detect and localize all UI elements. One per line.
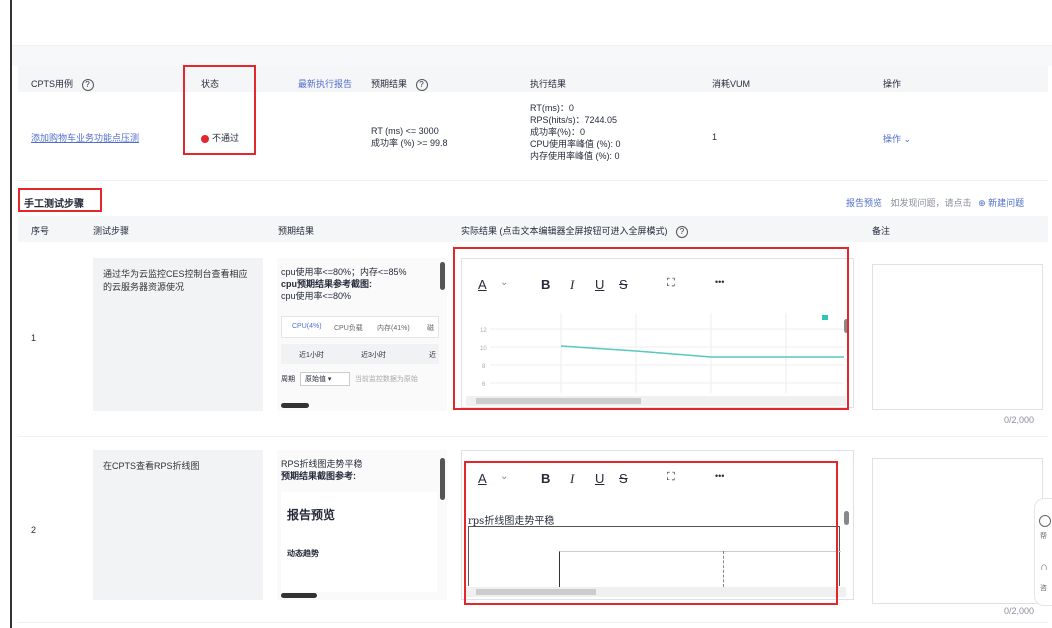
step-text: 通过华为云监控CES控制台查看相应的云服务器资源使况: [103, 269, 248, 292]
help-icon[interactable]: ?: [81, 78, 94, 91]
ops-dropdown[interactable]: 操作 ⌄: [883, 132, 911, 145]
char-counter: 0/2,000: [1004, 415, 1035, 425]
highlight-actual-2: [464, 461, 838, 605]
mini-tab: 内存(41%): [377, 325, 410, 332]
mini-range: 近1小时: [299, 352, 324, 359]
exec-result: RT(ms)：0 RPS(hits/s)：7244.05 成功率(%)：0 CP…: [530, 102, 621, 162]
left-edge-line: [10, 0, 12, 628]
top-spacer: [12, 46, 1052, 66]
mini-period: 周期 原始值 ▾ 当前监控数据为原始: [281, 372, 418, 386]
row-number: 1: [31, 333, 37, 343]
mini-range: 近: [429, 352, 436, 359]
preview-subtitle: 动态趋势: [287, 549, 319, 558]
mini-period-label: 周期: [281, 376, 295, 383]
plus-circle-icon: ⊕: [978, 198, 986, 208]
mini-ranges: 近1小时 近3小时 近: [281, 344, 439, 364]
consult-label[interactable]: 咨: [1040, 583, 1047, 593]
col-expected-header: 预期结果 ?: [371, 77, 428, 91]
expected-bold-line: cpu预期结果参考截图:: [281, 279, 372, 289]
expected-line: RPS折线图走势平稳: [281, 459, 363, 469]
expected-line: cpu使用率<=80%: [281, 291, 352, 301]
preview-title: 报告预览: [287, 508, 336, 522]
note-textarea[interactable]: [872, 458, 1043, 604]
divider: [18, 180, 1048, 181]
expected-bold-line: 预期结果截图参考:: [281, 471, 356, 481]
col-actual-header: 实际结果 (点击文本编辑器全屏按钮可进入全屏模式) ?: [461, 224, 689, 238]
expected-box[interactable]: cpu使用率<=80%；内存<=85% cpu预期结果参考截图: cpu使用率<…: [277, 258, 447, 411]
mini-tab: CPU(4%): [292, 323, 322, 330]
page: CPTS用例 ? 状态 最新执行报告 预期结果 ? 执行结果 消耗VUM 操作 …: [0, 0, 1052, 628]
expected-result: RT (ms) <= 3000 成功率 (%) >= 99.8: [371, 125, 448, 149]
floating-help-panel: 帮 ∩ 咨: [1034, 498, 1052, 606]
col-case-header: CPTS用例 ?: [31, 77, 94, 91]
expected-line: cpu使用率<=80%；内存<=85%: [281, 267, 407, 277]
scrollbar[interactable]: [281, 593, 317, 598]
mini-tab: 磁: [427, 325, 434, 332]
headset-icon[interactable]: ∩: [1040, 561, 1048, 573]
divider: [18, 436, 1048, 437]
help-label[interactable]: 帮: [1040, 531, 1047, 541]
result-success: 成功率(%)：0: [530, 127, 586, 137]
col-expected-header: 预期结果: [278, 226, 315, 236]
col-vum-header: 消耗VUM: [712, 79, 750, 89]
mini-tab: CPU负载: [334, 325, 363, 332]
expected-content: cpu使用率<=80%；内存<=85% cpu预期结果参考截图: cpu使用率<…: [277, 258, 447, 310]
result-cpu: CPU使用率峰值 (%): 0: [530, 139, 621, 149]
help-icon[interactable]: ?: [676, 225, 689, 238]
case-link[interactable]: 添加购物车业务功能点压测: [31, 131, 139, 144]
result-rps: RPS(hits/s)：7244.05: [530, 115, 618, 125]
col-ops-header: 操作: [883, 79, 902, 89]
report-preview-link[interactable]: 报告预览: [846, 198, 882, 208]
help-icon[interactable]: [1039, 515, 1051, 527]
note-textarea[interactable]: [872, 264, 1043, 410]
manual-actions: 报告预览 如发现问题，请点击 ⊕ 新建问题: [846, 196, 1024, 209]
result-mem: 内存使用率峰值 (%): 0: [530, 151, 620, 161]
new-issue-link[interactable]: ⊕ 新建问题: [978, 198, 1024, 208]
mini-hint: 当前监控数据为原始: [354, 376, 418, 383]
top-bar: [12, 0, 1052, 46]
scrollbar[interactable]: [440, 458, 445, 500]
col-no-header: 序号: [31, 226, 50, 236]
step-box[interactable]: 通过华为云监控CES控制台查看相应的云服务器资源使况: [93, 258, 263, 411]
char-counter: 0/2,000: [1004, 606, 1035, 616]
scrollbar[interactable]: [844, 511, 849, 525]
expected-content: RPS折线图走势平稳 预期结果截图参考:: [277, 450, 447, 490]
preview-image: 报告预览 动态趋势: [281, 492, 437, 592]
result-rt: RT(ms)：0: [530, 103, 574, 113]
mini-tabs: CPU(4%) CPU负载 内存(41%) 磁: [281, 316, 439, 338]
highlight-status: [183, 65, 256, 155]
expected-rt: RT (ms) <= 3000: [371, 126, 439, 136]
mini-range: 近3小时: [361, 352, 386, 359]
divider: [18, 622, 1048, 623]
col-step-header: 测试步骤: [93, 226, 130, 236]
expected-success: 成功率 (%) >= 99.8: [371, 138, 448, 148]
scrollbar[interactable]: [281, 403, 309, 408]
help-icon[interactable]: ?: [415, 78, 428, 91]
chevron-down-icon: ⌄: [903, 134, 912, 144]
vum-value: 1: [712, 132, 718, 142]
highlight-actual-1: [453, 247, 849, 410]
step-text: 在CPTS查看RPS折线图: [103, 461, 200, 471]
step-box[interactable]: 在CPTS查看RPS折线图: [93, 450, 263, 600]
col-exec-result-header: 执行结果: [530, 79, 567, 89]
col-note-header: 备注: [872, 226, 891, 236]
issue-hint: 如发现问题，请点击: [890, 198, 972, 208]
row-number: 2: [31, 525, 37, 535]
scrollbar[interactable]: [440, 262, 445, 290]
col-latest-report-header[interactable]: 最新执行报告: [298, 77, 352, 90]
mini-period-select: 原始值 ▾: [299, 372, 350, 386]
expected-box[interactable]: RPS折线图走势平稳 预期结果截图参考: 报告预览 动态趋势: [277, 450, 447, 600]
highlight-manual-title: [18, 188, 102, 212]
